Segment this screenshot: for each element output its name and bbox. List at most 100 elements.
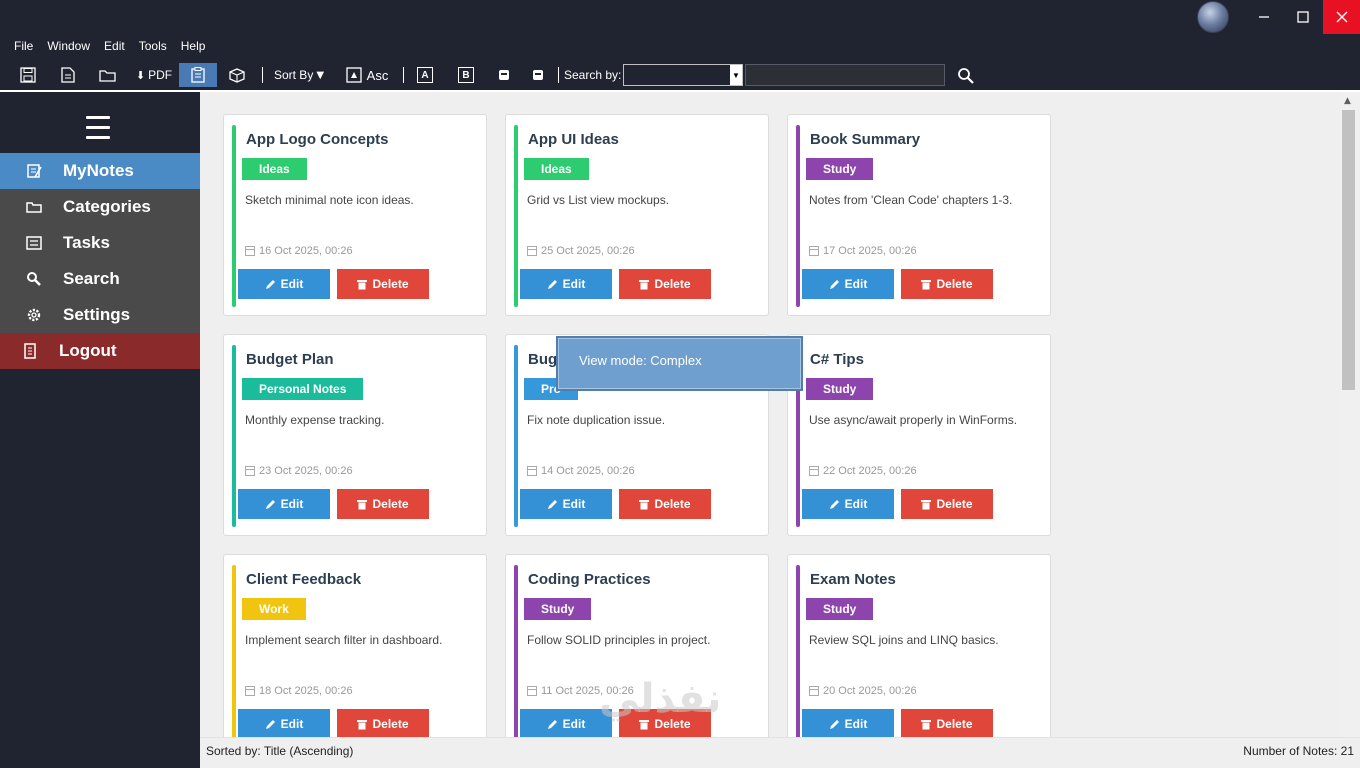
sidebar-item-tasks[interactable]: Tasks — [0, 225, 200, 261]
note-title: Budget Plan — [246, 351, 334, 368]
export-pdf-button[interactable]: ⬇ PDF — [134, 63, 174, 87]
note-card[interactable]: App UI Ideas Ideas Grid vs List view mocku… — [505, 114, 769, 316]
delete-label: Delete — [654, 277, 691, 291]
delete-label: Delete — [372, 497, 409, 511]
edit-button[interactable]: Edit — [520, 269, 612, 299]
delete-button[interactable]: Delete — [901, 489, 993, 519]
edit-label: Edit — [562, 717, 586, 731]
sidebar-item-label: Tasks — [63, 233, 110, 252]
color-button-2[interactable] — [528, 63, 548, 87]
note-card[interactable]: App Logo Concepts Ideas Sketch minimal not… — [223, 114, 487, 316]
edit-label: Edit — [280, 277, 304, 291]
sort-by-dropdown[interactable]: Sort By ▼ — [270, 63, 328, 87]
edit-label: Edit — [562, 497, 586, 511]
menu-edit[interactable]: Edit — [104, 36, 125, 56]
search-by-label: Search by: — [564, 68, 622, 82]
sort-status: Sorted by: Title (Ascending) — [206, 744, 354, 758]
close-icon — [1336, 11, 1347, 23]
note-card[interactable]: Exam Notes Study Review SQL joins and LINQ… — [787, 554, 1051, 737]
trash-icon — [639, 719, 650, 730]
delete-button[interactable]: Delete — [619, 489, 711, 519]
archive-button[interactable] — [225, 63, 249, 87]
sidebar-item-categories[interactable]: Categories — [0, 189, 200, 225]
note-card[interactable]: Book Summary Study Notes from 'Clean Code'… — [787, 114, 1051, 316]
note-date: 14 Oct 2025, 00:26 — [527, 465, 635, 477]
sidebar-item-mynotes[interactable]: MyNotes — [0, 153, 200, 189]
edit-button[interactable]: Edit — [520, 489, 612, 519]
search-by-combo[interactable]: ▼ — [623, 64, 743, 86]
card-accent-bar — [232, 565, 236, 737]
menu-file[interactable]: File — [14, 36, 33, 56]
hamburger-menu-icon[interactable] — [86, 116, 110, 140]
calendar-icon — [245, 466, 255, 476]
user-avatar[interactable] — [1197, 1, 1229, 33]
note-date: 23 Oct 2025, 00:26 — [245, 465, 353, 477]
scroll-up-icon[interactable]: ▲ — [1344, 96, 1351, 106]
gear-icon — [24, 307, 44, 323]
sort-asc-button[interactable]: Asc — [343, 63, 391, 87]
edit-button[interactable]: Edit — [520, 709, 612, 737]
edit-label: Edit — [562, 277, 586, 291]
note-date-text: 16 Oct 2025, 00:26 — [259, 245, 353, 257]
sidebar-item-label: Search — [63, 269, 120, 288]
edit-button[interactable]: Edit — [238, 709, 330, 737]
delete-button[interactable]: Delete — [619, 709, 711, 737]
edit-button[interactable]: Edit — [802, 489, 894, 519]
trash-icon — [639, 499, 650, 510]
note-title: Book Summary — [810, 131, 921, 148]
sidebar-item-settings[interactable]: Settings — [0, 297, 200, 333]
note-card[interactable]: Budget Plan Personal Notes Monthly expense… — [223, 334, 487, 536]
new-note-button[interactable] — [56, 63, 80, 87]
folder-icon — [24, 200, 44, 214]
menu-tools[interactable]: Tools — [139, 36, 167, 56]
note-title: Exam Notes — [810, 571, 896, 588]
pencil-icon — [829, 279, 840, 290]
minimize-button[interactable] — [1245, 0, 1283, 34]
trash-icon — [921, 499, 932, 510]
note-date-text: 14 Oct 2025, 00:26 — [541, 465, 635, 477]
edit-button[interactable]: Edit — [238, 269, 330, 299]
edit-button[interactable]: Edit — [238, 489, 330, 519]
search-button[interactable] — [955, 65, 977, 87]
scroll-thumb[interactable] — [1342, 110, 1355, 390]
box-icon — [229, 68, 245, 83]
sidebar: MyNotes Categories Tasks Search Settings… — [0, 92, 200, 768]
note-date: 17 Oct 2025, 00:26 — [809, 245, 917, 257]
delete-button[interactable]: Delete — [337, 489, 429, 519]
menu-window[interactable]: Window — [47, 36, 90, 56]
sidebar-item-search[interactable]: Search — [0, 261, 200, 297]
font-a-button[interactable]: A — [415, 63, 435, 87]
search-input[interactable] — [745, 64, 945, 86]
note-card[interactable]: Coding Practices Study Follow SOLID princi… — [505, 554, 769, 737]
delete-button[interactable]: Delete — [901, 269, 993, 299]
view-mode-button[interactable] — [179, 63, 217, 87]
bold-button[interactable]: B — [456, 63, 476, 87]
search-icon — [958, 68, 974, 84]
trash-icon — [357, 499, 368, 510]
trash-icon — [921, 279, 932, 290]
delete-button[interactable]: Delete — [337, 269, 429, 299]
open-button[interactable] — [96, 63, 120, 87]
card-accent-bar — [232, 345, 236, 527]
delete-button[interactable]: Delete — [619, 269, 711, 299]
delete-button[interactable]: Delete — [337, 709, 429, 737]
calendar-icon — [809, 686, 819, 696]
delete-button[interactable]: Delete — [901, 709, 993, 737]
status-bar: Sorted by: Title (Ascending) Number of N… — [200, 737, 1360, 768]
menu-help[interactable]: Help — [181, 36, 206, 56]
color-button-1[interactable] — [494, 63, 514, 87]
save-button[interactable] — [16, 63, 40, 87]
close-button[interactable] — [1323, 0, 1360, 34]
sort-by-label: Sort By — [273, 68, 314, 82]
note-card[interactable]: C# Tips Study Use async/await properly in … — [787, 334, 1051, 536]
chevron-down-icon[interactable]: ▼ — [730, 65, 742, 85]
note-card[interactable]: Client Feedback Work Implement search filt… — [223, 554, 487, 737]
maximize-button[interactable] — [1284, 0, 1322, 34]
edit-button[interactable]: Edit — [802, 709, 894, 737]
note-description: Monthly expense tracking. — [245, 413, 385, 427]
vertical-scrollbar[interactable]: ▲ — [1340, 92, 1360, 737]
edit-button[interactable]: Edit — [802, 269, 894, 299]
sidebar-item-logout[interactable]: Logout — [0, 333, 200, 369]
note-date: 20 Oct 2025, 00:26 — [809, 685, 917, 697]
note-date: 11 Oct 2025, 00:26 — [527, 685, 634, 697]
